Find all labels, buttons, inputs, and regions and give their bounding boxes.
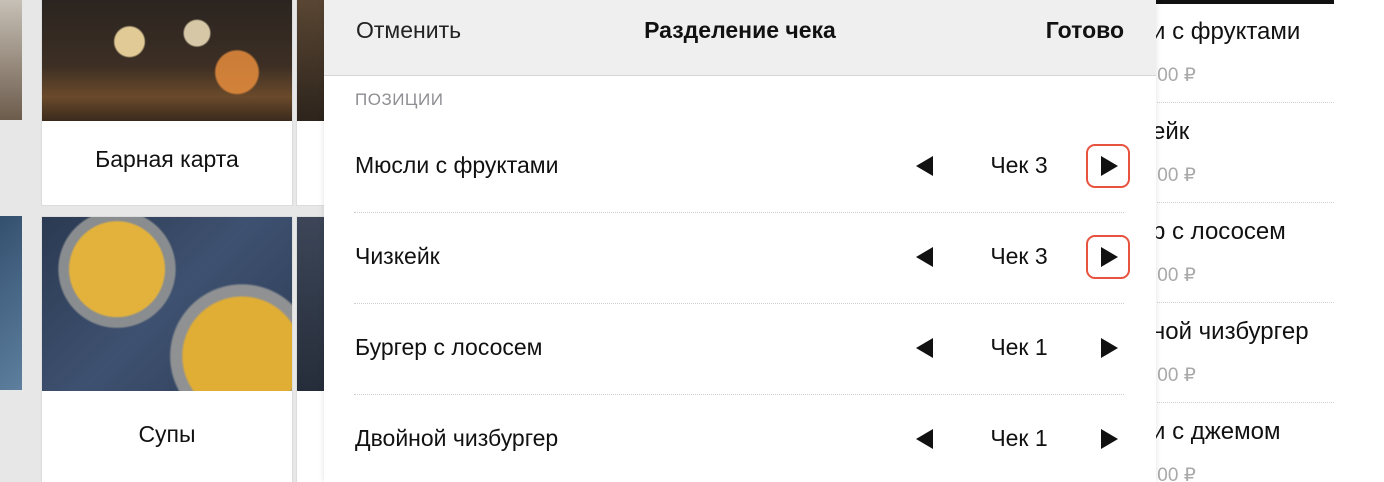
menu-tile-partial: [0, 0, 22, 206]
triangle-left-icon: [916, 247, 933, 267]
done-button[interactable]: Готово: [1046, 17, 1124, 44]
item-row: Мюсли с фруктами Чек 3: [324, 122, 1156, 213]
item-name: Чизкейк: [355, 243, 440, 269]
triangle-right-icon: [1101, 156, 1118, 176]
tile-photo: [42, 217, 292, 391]
next-check-button[interactable]: [1086, 326, 1130, 370]
order-item-name: и с фруктами: [1152, 18, 1301, 45]
item-row: Бургер с лососем Чек 1: [324, 304, 1156, 395]
tile-photo: [42, 0, 292, 121]
order-item-name: ной чизбургер: [1152, 318, 1309, 345]
triangle-left-icon: [916, 429, 933, 449]
next-check-button[interactable]: [1086, 235, 1130, 279]
tile-label: Барная карта: [95, 146, 239, 172]
order-item-name: и с джемом: [1152, 418, 1281, 445]
order-list-background: и с фруктами ,00 ₽ ейк ,00 ₽ р с лососем…: [1150, 0, 1384, 482]
menu-tile-soups[interactable]: Супы: [41, 216, 293, 482]
item-name: Бургер с лососем: [355, 334, 543, 360]
item-row: Чизкейк Чек 3: [324, 213, 1156, 304]
order-item-price: ,00 ₽: [1152, 365, 1196, 386]
prev-check-button[interactable]: [903, 326, 947, 370]
cancel-button[interactable]: Отменить: [356, 17, 461, 44]
next-check-button[interactable]: [1086, 144, 1130, 188]
item-name: Мюсли с фруктами: [355, 152, 559, 178]
triangle-left-icon: [916, 338, 933, 358]
prev-check-button[interactable]: [903, 417, 947, 461]
order-item-price: ,00 ₽: [1152, 65, 1196, 86]
menu-grid-background: Барная карта Супы: [0, 0, 338, 482]
check-value: Чек 1: [990, 425, 1048, 451]
prev-check-button[interactable]: [903, 144, 947, 188]
order-item-price: ,00 ₽: [1152, 265, 1196, 286]
item-name: Двойной чизбургер: [355, 425, 559, 451]
order-item-price: ,00 ₽: [1152, 165, 1196, 186]
tile-label: Супы: [138, 421, 196, 447]
prev-check-button[interactable]: [903, 235, 947, 279]
next-check-button[interactable]: [1086, 417, 1130, 461]
order-item[interactable]: р с лососем ,00 ₽: [1150, 218, 1334, 303]
sheet-header: Отменить Разделение чека Готово: [324, 0, 1156, 76]
order-item[interactable]: и с джемом ,00 ₽: [1150, 418, 1334, 482]
triangle-right-icon: [1101, 429, 1118, 449]
order-item-name: ейк: [1152, 118, 1190, 145]
tile-photo: [0, 0, 22, 120]
order-item[interactable]: и с фруктами ,00 ₽: [1150, 18, 1334, 103]
check-value: Чек 1: [990, 334, 1048, 360]
split-check-sheet: Отменить Разделение чека Готово ПОЗИЦИИ …: [324, 0, 1156, 482]
menu-tile-partial: [0, 216, 22, 482]
order-topbar: [1150, 0, 1334, 4]
triangle-right-icon: [1101, 338, 1118, 358]
menu-tile-bar[interactable]: Барная карта: [41, 0, 293, 206]
section-label: ПОЗИЦИИ: [355, 90, 444, 109]
triangle-left-icon: [916, 156, 933, 176]
order-item[interactable]: ейк ,00 ₽: [1150, 118, 1334, 203]
check-value: Чек 3: [990, 152, 1048, 178]
order-item-name: р с лососем: [1152, 218, 1286, 245]
app-screen: Барная карта Супы и с фруктами ,00 ₽ ейк…: [0, 0, 1384, 482]
triangle-right-icon: [1101, 247, 1118, 267]
tile-photo: [0, 216, 22, 390]
item-row: Двойной чизбургер Чек 1: [324, 395, 1156, 482]
order-item-price: ,00 ₽: [1152, 465, 1196, 482]
check-value: Чек 3: [990, 243, 1048, 269]
order-item[interactable]: ной чизбургер ,00 ₽: [1150, 318, 1334, 403]
